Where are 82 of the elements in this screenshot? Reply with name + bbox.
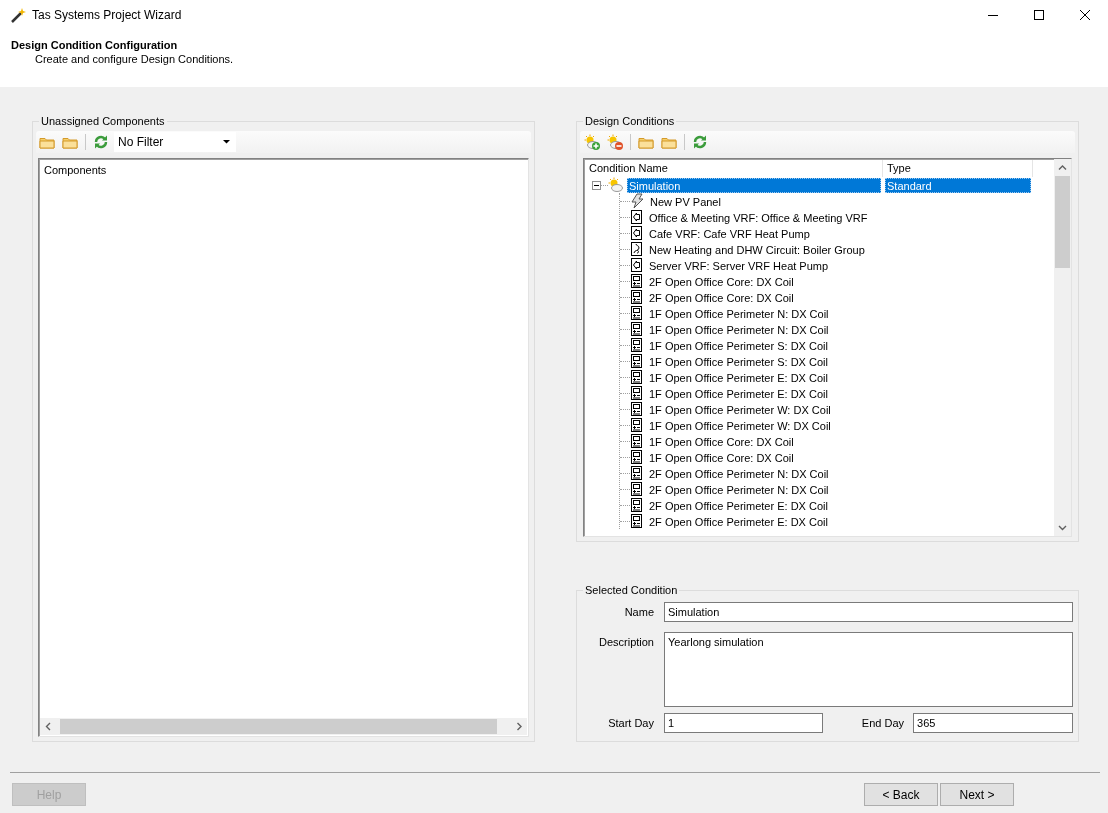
field-label: Start Day bbox=[607, 716, 654, 729]
tree-item[interactable]: 2F Open Office Perimeter N: DX Coil bbox=[647, 465, 901, 481]
coil-box-icon bbox=[630, 369, 643, 385]
end-day-field[interactable]: 365 bbox=[913, 713, 1073, 733]
tree-item[interactable]: New PV Panel bbox=[648, 193, 902, 209]
tree-item[interactable]: Server VRF: Server VRF Heat Pump bbox=[647, 257, 901, 273]
tree-item[interactable]: 1F Open Office Perimeter E: DX Coil bbox=[647, 369, 901, 385]
coil-box-icon bbox=[630, 337, 643, 353]
coil-box-icon bbox=[630, 513, 643, 529]
group-title: Selected Condition bbox=[584, 584, 679, 596]
next-button[interactable]: Next > bbox=[940, 783, 1014, 806]
page-title: Design Condition Configuration bbox=[11, 39, 178, 51]
coil-box-icon bbox=[630, 385, 643, 401]
name-field[interactable]: Simulation bbox=[664, 602, 1073, 622]
tree-item[interactable]: Cafe VRF: Cafe VRF Heat Pump bbox=[647, 225, 901, 241]
scrollbar-thumb[interactable] bbox=[1055, 176, 1070, 268]
back-button[interactable]: < Back bbox=[864, 783, 938, 806]
coil-box-icon bbox=[630, 417, 643, 433]
tree-item[interactable]: 2F Open Office Core: DX Coil bbox=[647, 273, 901, 289]
close-icon bbox=[1080, 10, 1090, 20]
coil-box-icon bbox=[630, 289, 643, 305]
tree-item[interactable]: 2F Open Office Perimeter E: DX Coil bbox=[647, 513, 901, 529]
coil-box-icon bbox=[630, 305, 643, 321]
tree-item[interactable]: 2F Open Office Core: DX Coil bbox=[647, 289, 901, 305]
field-label: Description bbox=[597, 635, 654, 648]
sun-cloud-minus-icon[interactable] bbox=[607, 134, 623, 150]
coil-box-icon bbox=[630, 465, 643, 481]
refresh-icon[interactable] bbox=[93, 134, 109, 150]
field-label: Name bbox=[623, 605, 654, 618]
collapse-toggle[interactable] bbox=[592, 180, 601, 190]
tree-item[interactable]: 1F Open Office Perimeter E: DX Coil bbox=[647, 385, 901, 401]
group-title: Design Conditions bbox=[584, 115, 676, 127]
tree-item[interactable]: 2F Open Office Perimeter N: DX Coil bbox=[647, 481, 901, 497]
tree-item[interactable]: 1F Open Office Perimeter N: DX Coil bbox=[647, 321, 901, 337]
tree-item[interactable]: 1F Open Office Perimeter N: DX Coil bbox=[647, 305, 901, 321]
start-day-field[interactable]: 1 bbox=[664, 713, 823, 733]
coil-box-icon bbox=[630, 353, 643, 369]
toggle-sign-icon bbox=[594, 182, 599, 188]
maximize-icon bbox=[1034, 10, 1044, 20]
tree-header: Components bbox=[43, 163, 108, 178]
wand-icon bbox=[10, 6, 27, 24]
lightning-icon bbox=[630, 193, 644, 209]
scroll-right-icon bbox=[516, 722, 522, 731]
coil-box-icon bbox=[630, 321, 643, 337]
filter-dropdown[interactable]: No Filter bbox=[114, 132, 236, 152]
tree-item[interactable]: 1F Open Office Core: DX Coil bbox=[647, 433, 901, 449]
scroll-up-icon bbox=[1058, 164, 1067, 171]
column-header[interactable]: Condition Name bbox=[585, 160, 883, 177]
tree-item[interactable]: Simulation bbox=[627, 177, 881, 193]
sun-cloud-plus-icon[interactable] bbox=[584, 134, 600, 150]
tree-item[interactable]: 1F Open Office Perimeter W: DX Coil bbox=[647, 401, 901, 417]
coil-box-icon bbox=[630, 449, 643, 465]
refresh-icon[interactable] bbox=[692, 134, 708, 150]
caret-icon bbox=[223, 140, 230, 144]
tree-item[interactable]: 1F Open Office Perimeter S: DX Coil bbox=[647, 337, 901, 353]
coil-box-icon bbox=[630, 433, 643, 449]
arrow-box-icon bbox=[630, 257, 643, 273]
vertical-scrollbar[interactable] bbox=[1054, 159, 1071, 536]
column-header[interactable]: Type bbox=[883, 160, 1033, 177]
description-field[interactable]: Yearlong simulation bbox=[664, 632, 1073, 707]
tree-item[interactable]: 2F Open Office Perimeter E: DX Coil bbox=[647, 497, 901, 513]
scrollbar-thumb[interactable] bbox=[60, 719, 497, 734]
tree-item[interactable]: 1F Open Office Perimeter W: DX Coil bbox=[647, 417, 901, 433]
coil-box-icon bbox=[630, 273, 643, 289]
tree-item[interactable]: New Heating and DHW Circuit: Boiler Group bbox=[647, 241, 901, 257]
scroll-left-icon bbox=[45, 722, 51, 731]
arrow-box-icon bbox=[630, 209, 643, 225]
field-label: End Day bbox=[860, 716, 904, 729]
tree-item[interactable]: 1F Open Office Core: DX Coil bbox=[647, 449, 901, 465]
scroll-down-icon bbox=[1058, 524, 1067, 531]
horizontal-scrollbar[interactable] bbox=[40, 718, 527, 735]
coil-box-icon bbox=[630, 401, 643, 417]
tree-item[interactable]: 1F Open Office Perimeter S: DX Coil bbox=[647, 353, 901, 369]
coil-box-icon bbox=[630, 481, 643, 497]
coil-box-icon bbox=[630, 497, 643, 513]
flame-box-icon bbox=[630, 241, 643, 257]
arrow-box-icon bbox=[630, 225, 643, 241]
page-subtitle: Create and configure Design Conditions. bbox=[35, 53, 234, 65]
window-title: Tas Systems Project Wizard bbox=[32, 8, 182, 22]
type-cell: Standard bbox=[885, 177, 1031, 193]
group-title: Unassigned Components bbox=[40, 115, 166, 127]
tree-item[interactable]: Office & Meeting VRF: Office & Meeting VRF bbox=[647, 209, 901, 225]
